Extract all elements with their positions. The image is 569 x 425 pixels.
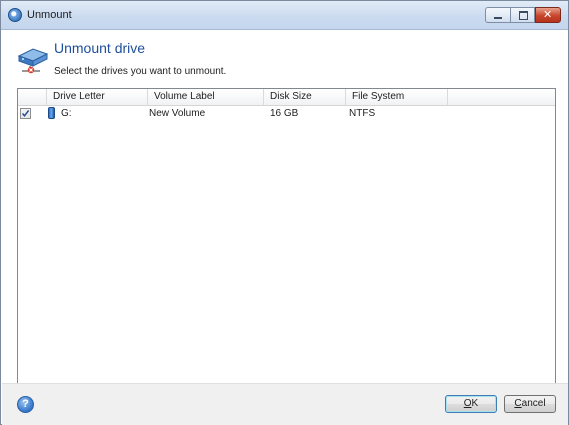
column-header-volume-label[interactable]: Volume Label bbox=[148, 89, 264, 105]
column-header-checkbox[interactable] bbox=[18, 89, 47, 105]
minimize-icon bbox=[494, 17, 502, 19]
unmount-drive-icon bbox=[17, 48, 49, 74]
checkmark-icon bbox=[21, 110, 30, 117]
instruction-text: Select the drives you want to unmount. bbox=[54, 66, 227, 77]
table-row[interactable]: G: New Volume 16 GB NTFS bbox=[18, 106, 555, 122]
volume-label-cell: New Volume bbox=[149, 108, 206, 119]
window-title: Unmount bbox=[27, 9, 72, 21]
cancel-label: ancel bbox=[521, 398, 546, 409]
drive-checkbox[interactable] bbox=[20, 108, 31, 119]
cancel-button[interactable]: Cancel bbox=[504, 395, 556, 413]
disk-size-cell: 16 GB bbox=[270, 108, 299, 119]
minimize-button[interactable] bbox=[485, 7, 510, 23]
drives-list[interactable]: Drive Letter Volume Label Disk Size File… bbox=[17, 88, 556, 405]
maximize-icon bbox=[519, 11, 528, 20]
list-header: Drive Letter Volume Label Disk Size File… bbox=[18, 89, 555, 106]
ok-accelerator: O bbox=[463, 398, 472, 409]
app-logo-icon bbox=[8, 8, 22, 22]
ok-label: K bbox=[471, 398, 479, 409]
drive-icon bbox=[48, 107, 55, 119]
cancel-accelerator: C bbox=[514, 398, 522, 409]
close-icon: ✕ bbox=[543, 9, 553, 21]
file-system-cell: NTFS bbox=[349, 108, 376, 119]
column-header-file-system[interactable]: File System bbox=[346, 89, 448, 105]
column-header-drive-letter[interactable]: Drive Letter bbox=[47, 89, 148, 105]
title-bar[interactable]: Unmount ✕ bbox=[1, 1, 568, 30]
dialog-window: Unmount ✕ Unmount drive Select the drive… bbox=[0, 0, 569, 425]
page-title: Unmount drive bbox=[54, 40, 146, 56]
help-icon[interactable]: ? bbox=[17, 396, 34, 413]
maximize-button[interactable] bbox=[510, 7, 535, 23]
column-header-disk-size[interactable]: Disk Size bbox=[264, 89, 346, 105]
ok-button[interactable]: OK bbox=[445, 395, 497, 413]
drive-letter-cell: G: bbox=[61, 108, 72, 119]
close-button[interactable]: ✕ bbox=[535, 7, 561, 23]
dialog-content: Unmount drive Select the drives you want… bbox=[2, 30, 568, 405]
dialog-footer: ? OK Cancel bbox=[2, 383, 568, 425]
